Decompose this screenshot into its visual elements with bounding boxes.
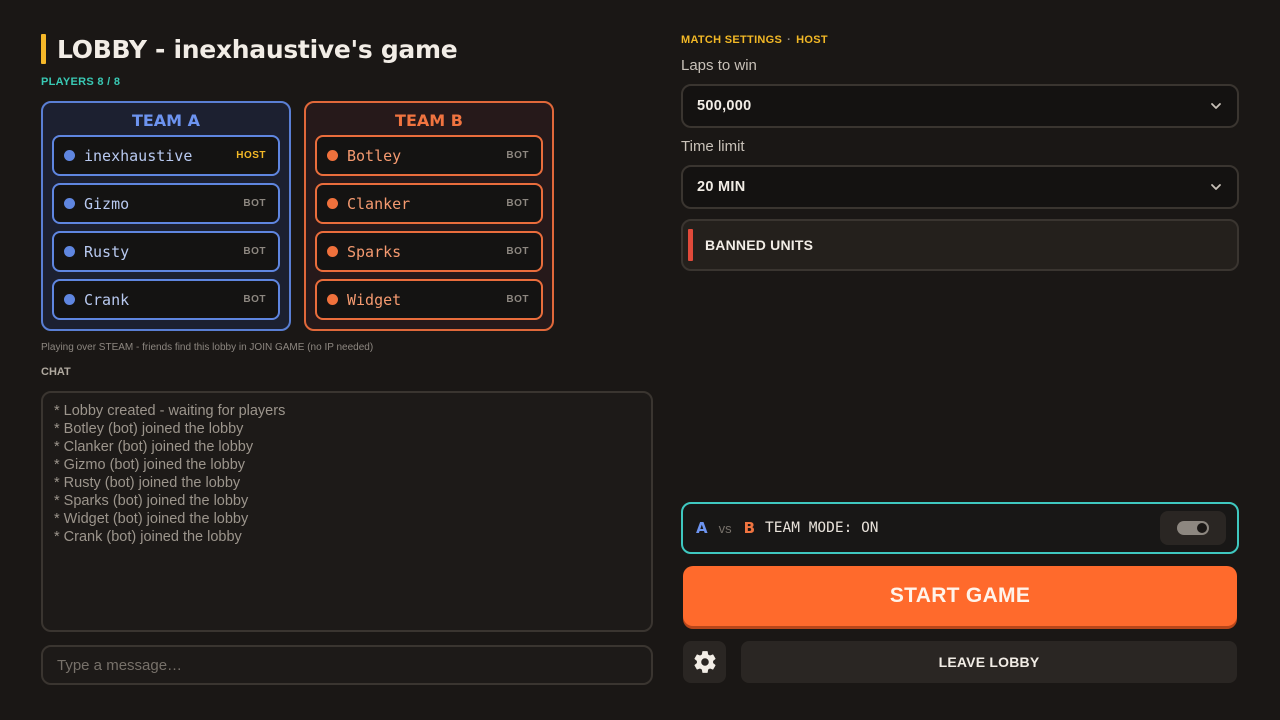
settings-header-title: MATCH SETTINGS	[681, 34, 783, 46]
bot-badge: BOT	[506, 294, 529, 305]
chevron-down-icon	[1211, 184, 1221, 190]
chat-message: * Clanker (bot) joined the lobby	[54, 439, 254, 455]
team-a-dot-icon	[64, 246, 75, 257]
time-limit-select[interactable]: 20 MIN	[681, 165, 1239, 209]
team-b-dot-icon	[327, 246, 338, 257]
player-slot[interactable]: inexhaustive HOST	[52, 135, 280, 176]
banned-accent-bar	[688, 229, 693, 261]
host-badge: HOST	[236, 150, 266, 161]
chat-input[interactable]	[41, 645, 653, 685]
team-b-letter: B	[743, 519, 756, 537]
bot-badge: BOT	[506, 150, 529, 161]
player-name: inexhaustive	[84, 146, 193, 165]
chat-label: CHAT	[41, 366, 71, 378]
leave-lobby-button[interactable]: LEAVE LOBBY	[741, 641, 1237, 683]
match-settings-header: MATCH SETTINGS · HOST	[681, 34, 828, 46]
laps-label: Laps to win	[681, 57, 757, 74]
settings-header-role: HOST	[796, 34, 828, 46]
settings-header-separator: ·	[787, 34, 792, 46]
player-name: Clanker	[347, 194, 411, 213]
player-slot[interactable]: Sparks BOT	[315, 231, 543, 272]
team-b-panel: TEAM B Botley BOT Clanker BOT Sparks BOT…	[304, 101, 554, 331]
vs-label: vs	[718, 520, 732, 536]
toggle-track	[1177, 521, 1209, 535]
laps-select[interactable]: 500,000	[681, 84, 1239, 128]
banned-units-button[interactable]: BANNED UNITS	[681, 219, 1239, 271]
time-limit-value: 20 MIN	[697, 179, 746, 195]
player-name: Gizmo	[84, 194, 130, 213]
lobby-header: LOBBY - inexhaustive's game	[41, 34, 458, 64]
chat-message: * Rusty (bot) joined the lobby	[54, 475, 241, 491]
bot-badge: BOT	[243, 246, 266, 257]
chat-message: * Lobby created - waiting for players	[54, 403, 286, 419]
team-mode-toggle[interactable]	[1160, 511, 1226, 545]
player-slot[interactable]: Gizmo BOT	[52, 183, 280, 224]
chevron-down-icon	[1211, 103, 1221, 109]
settings-button[interactable]	[683, 641, 726, 683]
player-name: Crank	[84, 290, 130, 309]
team-b-dot-icon	[327, 150, 338, 161]
bot-badge: BOT	[506, 246, 529, 257]
player-slot[interactable]: Widget BOT	[315, 279, 543, 320]
chat-message: * Crank (bot) joined the lobby	[54, 529, 242, 545]
time-limit-label: Time limit	[681, 138, 745, 155]
player-slot[interactable]: Botley BOT	[315, 135, 543, 176]
start-game-button[interactable]: START GAME	[683, 566, 1237, 626]
team-mode-label: TEAM MODE: ON	[765, 520, 879, 536]
gear-icon	[693, 651, 716, 673]
team-mode-panel: A vs B TEAM MODE: ON	[681, 502, 1239, 554]
team-b-dot-icon	[327, 198, 338, 209]
team-a-letter: A	[696, 519, 708, 537]
player-slot[interactable]: Rusty BOT	[52, 231, 280, 272]
banned-units-label: BANNED UNITS	[705, 237, 814, 253]
chat-message: * Sparks (bot) joined the lobby	[54, 493, 249, 509]
bot-badge: BOT	[243, 294, 266, 305]
player-name: Rusty	[84, 242, 130, 261]
toggle-knob	[1197, 523, 1207, 533]
team-a-dot-icon	[64, 198, 75, 209]
chat-log[interactable]: * Lobby created - waiting for players * …	[41, 391, 653, 632]
chat-message: * Gizmo (bot) joined the lobby	[54, 457, 246, 473]
laps-value: 500,000	[697, 98, 752, 114]
player-name: Botley	[347, 146, 402, 165]
chat-message: * Widget (bot) joined the lobby	[54, 511, 249, 527]
team-b-dot-icon	[327, 294, 338, 305]
title-accent-bar	[41, 34, 46, 64]
team-a-dot-icon	[64, 150, 75, 161]
team-b-title: TEAM B	[395, 111, 463, 130]
team-a-panel: TEAM A inexhaustive HOST Gizmo BOT Rusty…	[41, 101, 291, 331]
team-a-dot-icon	[64, 294, 75, 305]
bot-badge: BOT	[506, 198, 529, 209]
chat-message: * Botley (bot) joined the lobby	[54, 421, 244, 437]
player-name: Widget	[347, 290, 402, 309]
players-count: PLAYERS 8 / 8	[41, 76, 121, 88]
player-name: Sparks	[347, 242, 402, 261]
page-title: LOBBY - inexhaustive's game	[57, 34, 458, 64]
player-slot[interactable]: Clanker BOT	[315, 183, 543, 224]
player-slot[interactable]: Crank BOT	[52, 279, 280, 320]
steam-note: Playing over STEAM - friends find this l…	[41, 342, 374, 353]
team-a-title: TEAM A	[131, 111, 201, 130]
bot-badge: BOT	[243, 198, 266, 209]
